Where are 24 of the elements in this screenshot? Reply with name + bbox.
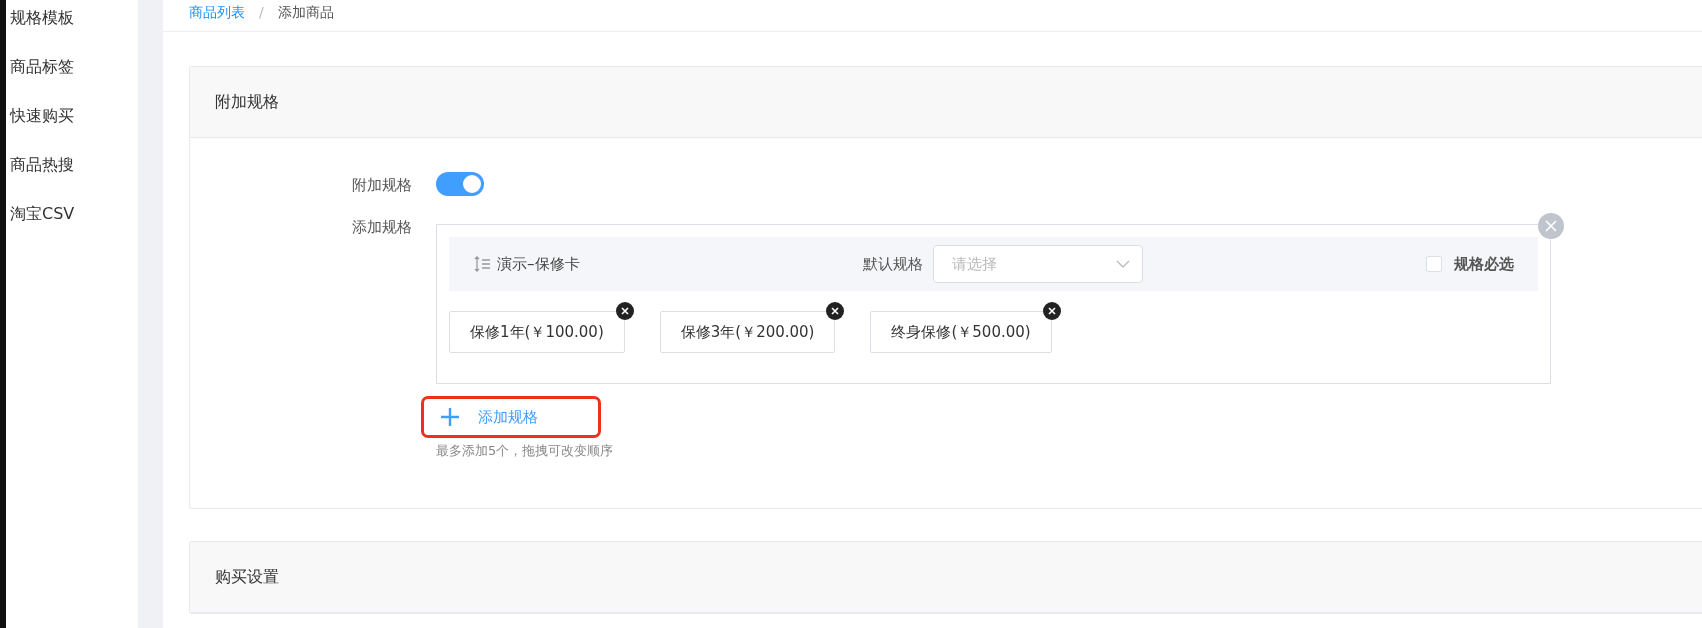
remove-icon[interactable] — [615, 302, 634, 320]
close-icon[interactable] — [1538, 213, 1564, 239]
field-label: 默认规格 — [862, 254, 923, 274]
field-label: 附加规格 — [351, 175, 413, 196]
checkbox[interactable] — [1426, 256, 1442, 272]
toggle-switch[interactable] — [436, 172, 484, 196]
card-title: 购买设置 — [215, 566, 279, 588]
field-label: 添加规格 — [351, 217, 413, 238]
plus-icon — [440, 407, 460, 427]
sidebar-item[interactable]: 淘宝CSV — [6, 200, 138, 249]
remove-icon[interactable] — [826, 302, 845, 320]
card-title: 附加规格 — [215, 91, 279, 113]
sort-icon[interactable] — [473, 256, 491, 272]
sidebar-item[interactable]: 规格模板 — [6, 4, 138, 53]
chevron-down-icon — [1115, 260, 1130, 268]
sidebar-item[interactable]: 商品标签 — [6, 53, 138, 102]
spec-name: 演示–保修卡 — [497, 254, 580, 274]
hint-text: 最多添加5个，拖拽可改变顺序 — [436, 442, 615, 460]
checkbox-label: 规格必选 — [1454, 254, 1514, 274]
breadcrumb-separator: / — [259, 4, 264, 20]
sidebar-item[interactable]: 商品热搜 — [6, 151, 138, 200]
sidebar-item[interactable]: 快速购买 — [6, 102, 138, 151]
breadcrumb-item: 添加商品 — [277, 4, 334, 22]
remove-icon[interactable] — [1042, 302, 1061, 320]
